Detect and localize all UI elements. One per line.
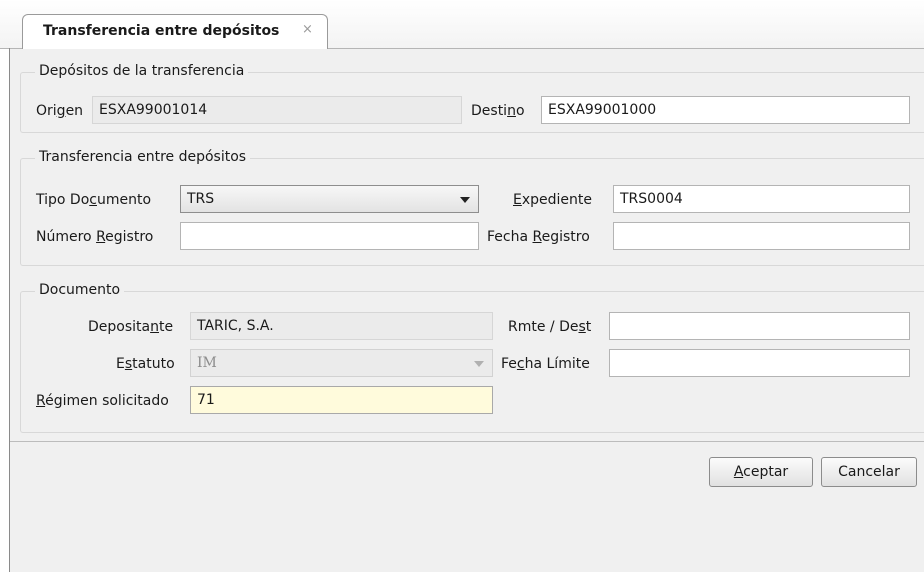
rmte-dest-field[interactable] <box>609 312 910 340</box>
tab-title: Transferencia entre depósitos <box>43 23 280 39</box>
origen-field[interactable]: ESXA99001014 <box>92 96 462 124</box>
depositante-field[interactable]: TARIC, S.A. <box>190 312 493 340</box>
chevron-down-icon[interactable] <box>474 361 484 367</box>
estatuto-value: IM <box>197 355 217 371</box>
fecha-registro-label: Fecha Registro <box>487 229 590 245</box>
destino-field[interactable]: ESXA99001000 <box>541 96 910 124</box>
tab-transferencia[interactable]: Transferencia entre depósitos × <box>22 14 328 49</box>
tipo-documento-label: Tipo Documento <box>36 192 152 208</box>
fecha-registro-field[interactable] <box>613 222 910 250</box>
numero-registro-field[interactable] <box>180 222 479 250</box>
fecha-limite-field[interactable] <box>609 349 910 377</box>
window: Transferencia entre depósitos × Depósito… <box>0 0 924 572</box>
aceptar-button[interactable]: Aceptar <box>709 457 813 487</box>
tab-strip: Transferencia entre depósitos × <box>0 0 924 49</box>
cancelar-button[interactable]: Cancelar <box>821 457 917 487</box>
regimen-field[interactable]: 71 <box>190 386 493 414</box>
tipo-documento-value: TRS <box>187 191 215 207</box>
expediente-field[interactable]: TRS0004 <box>613 185 910 213</box>
regimen-label: Régimen solicitado <box>36 393 169 409</box>
rmte-dest-label: Rmte / Dest <box>508 319 592 335</box>
estatuto-label: Estatuto <box>116 356 175 372</box>
group-title-depositos: Depósitos de la transferencia <box>35 63 249 79</box>
group-title-transferencia: Transferencia entre depósitos <box>35 149 251 165</box>
numero-registro-label: Número Registro <box>36 229 154 245</box>
divider <box>10 441 924 442</box>
depositante-label: Depositante <box>88 319 174 335</box>
fecha-limite-label: Fecha Límite <box>501 356 590 372</box>
destino-label: Destino <box>471 103 525 119</box>
chevron-down-icon[interactable] <box>460 197 470 203</box>
origen-label: Origen <box>36 103 84 119</box>
estatuto-select[interactable]: IM <box>190 349 493 377</box>
expediente-label: Expediente <box>513 192 593 208</box>
group-title-documento: Documento <box>35 282 125 298</box>
tipo-documento-select[interactable]: TRS <box>180 185 479 213</box>
close-icon[interactable]: × <box>302 22 313 37</box>
